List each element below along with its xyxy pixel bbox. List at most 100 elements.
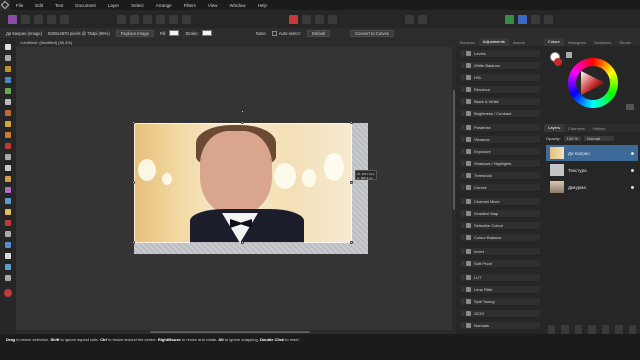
blend-mode-dropdown[interactable]: Normal [584, 136, 615, 141]
resize-handle[interactable] [132, 181, 135, 184]
mesh-warp-icon[interactable] [3, 262, 13, 272]
flood-fill-icon[interactable] [3, 119, 13, 129]
tab-layers[interactable]: Layers [544, 124, 565, 132]
delete-layer-icon[interactable] [628, 324, 636, 334]
stroke-value[interactable]: None [256, 31, 266, 36]
menu-window[interactable]: Window [224, 3, 252, 8]
tab-colour[interactable]: Colour [544, 38, 564, 46]
quick-mask-icon[interactable] [289, 14, 298, 24]
document-tab[interactable]: <Untitled> (Modified) (55.4%) [16, 38, 456, 47]
develop-persona-icon[interactable] [34, 14, 43, 24]
adjustment-white-balance[interactable]: › White Balance [460, 62, 540, 70]
fill-swatch[interactable] [169, 30, 180, 36]
adjustment-lut[interactable]: › LUT [460, 274, 540, 282]
selection-mode-icon[interactable] [328, 14, 337, 24]
tab-assets[interactable]: Assets [509, 40, 529, 45]
adjustment-hsl[interactable]: › HSL [460, 74, 540, 82]
curves-icon[interactable] [130, 14, 139, 24]
adjustment-gradient-map[interactable]: › Gradient Map [460, 210, 540, 218]
tab-swatches[interactable]: Swatches [590, 40, 615, 45]
inpainting-brush-icon[interactable] [3, 207, 13, 217]
opacity-field[interactable]: 100 % [563, 136, 582, 141]
hsl-icon[interactable] [156, 14, 165, 24]
gradient-tool-icon[interactable] [3, 130, 13, 140]
adjustment-shadows-highlights[interactable]: › Shadows / Highlights [460, 160, 540, 168]
adjustment-lens-filter[interactable]: › Lens Filter [460, 286, 540, 294]
menu-edit[interactable]: Edit [29, 3, 49, 8]
selection-mode-icon[interactable] [315, 14, 324, 24]
add-layer-icon[interactable] [615, 324, 623, 334]
menu-arrange[interactable]: Arrange [150, 3, 178, 8]
levels-icon[interactable] [117, 14, 126, 24]
adjustment-vibrance[interactable]: › Vibrance [460, 136, 540, 144]
resize-handle[interactable] [241, 121, 244, 124]
vertical-scroll-thumb[interactable] [453, 90, 455, 210]
resize-handle[interactable] [132, 121, 135, 124]
convert-to-curves-button[interactable]: Convert to Curves [350, 29, 394, 37]
auto-select-checkbox[interactable] [271, 30, 277, 36]
adjustment-selective-colour[interactable]: › Selective Colour [460, 222, 540, 230]
shape-tool-icon[interactable] [3, 240, 13, 250]
menu-filters[interactable]: Filters [178, 3, 202, 8]
auto-contrast-icon[interactable] [169, 14, 178, 24]
resize-handle[interactable] [350, 181, 353, 184]
add-mask-icon[interactable] [561, 324, 569, 334]
adjustment-normals[interactable]: › Normals [460, 322, 540, 330]
colour-picker-icon[interactable] [3, 152, 13, 162]
app-logo-icon[interactable] [0, 0, 10, 10]
tab-histogram[interactable]: Histogram [564, 40, 590, 45]
adjustment-levels[interactable]: › Levels [460, 50, 540, 58]
resize-handle[interactable] [241, 241, 244, 244]
layer-row[interactable]: Ди Каприо [546, 145, 638, 161]
adjustment-soft-proof[interactable]: › Soft Proof [460, 260, 540, 268]
liquify-persona-icon[interactable] [21, 14, 30, 24]
selection-brush-icon[interactable] [3, 75, 13, 85]
colour-mode-icon[interactable] [626, 104, 634, 110]
marquee-tool-icon[interactable] [3, 97, 13, 107]
menu-text[interactable]: Text [49, 3, 69, 8]
menu-document[interactable]: Document [69, 3, 102, 8]
export-persona-icon[interactable] [60, 14, 69, 24]
assistant-icon[interactable] [531, 14, 540, 24]
clone-brush-icon[interactable] [3, 185, 13, 195]
adjustment-threshold[interactable]: › Threshold [460, 172, 540, 180]
photo-persona-icon[interactable] [8, 14, 17, 24]
adjustment-colour-balance[interactable]: › Colour Balance [460, 234, 540, 242]
colour-swatch-icon[interactable] [3, 288, 13, 298]
user-icon[interactable] [544, 14, 553, 24]
visibility-icon[interactable] [631, 185, 634, 189]
adjustment-icon[interactable] [574, 324, 583, 334]
menu-file[interactable]: File [10, 3, 29, 8]
tab-brushes[interactable]: Brushes [456, 40, 479, 45]
paint-brush-icon[interactable] [3, 141, 13, 151]
adjustment-exposure[interactable]: › Exposure [460, 148, 540, 156]
adjustment-posterise[interactable]: › Posterise [460, 124, 540, 132]
adjustment-curves[interactable]: › Curves [460, 184, 540, 192]
resize-handle[interactable] [350, 121, 353, 124]
visibility-icon[interactable] [631, 151, 634, 155]
tab-channels[interactable]: Channels [564, 126, 589, 131]
adjustment-ocio[interactable]: › OCIO [460, 310, 540, 318]
layer-row[interactable]: Текстура [546, 162, 638, 178]
dodge-brush-icon[interactable] [3, 174, 13, 184]
text-tool-icon[interactable] [3, 251, 13, 261]
menu-layer[interactable]: Layer [102, 3, 125, 8]
zoom-tool-icon[interactable] [3, 273, 13, 283]
pen-tool-icon[interactable] [3, 229, 13, 239]
white-balance-icon[interactable] [143, 14, 152, 24]
secondary-colour-swatch[interactable] [554, 58, 562, 66]
tab-history[interactable]: History [589, 126, 609, 131]
adjustment-split-toning[interactable]: › Split Toning [460, 298, 540, 306]
tab-stroke[interactable]: Stroke [615, 40, 635, 45]
red-eye-icon[interactable] [3, 218, 13, 228]
adjustment-channel-mixer[interactable]: › Channel Mixer [460, 198, 540, 206]
colour-wheel[interactable] [568, 58, 618, 108]
replace-image-button[interactable]: Replace Image [115, 29, 154, 37]
eyedropper-icon[interactable] [566, 52, 572, 58]
menu-help[interactable]: Help [252, 3, 273, 8]
erase-brush-icon[interactable] [3, 163, 13, 173]
flood-select-icon[interactable] [3, 86, 13, 96]
menu-select[interactable]: Select [125, 3, 150, 8]
group-icon[interactable] [601, 324, 610, 334]
horizontal-scroll-thumb[interactable] [150, 331, 310, 333]
